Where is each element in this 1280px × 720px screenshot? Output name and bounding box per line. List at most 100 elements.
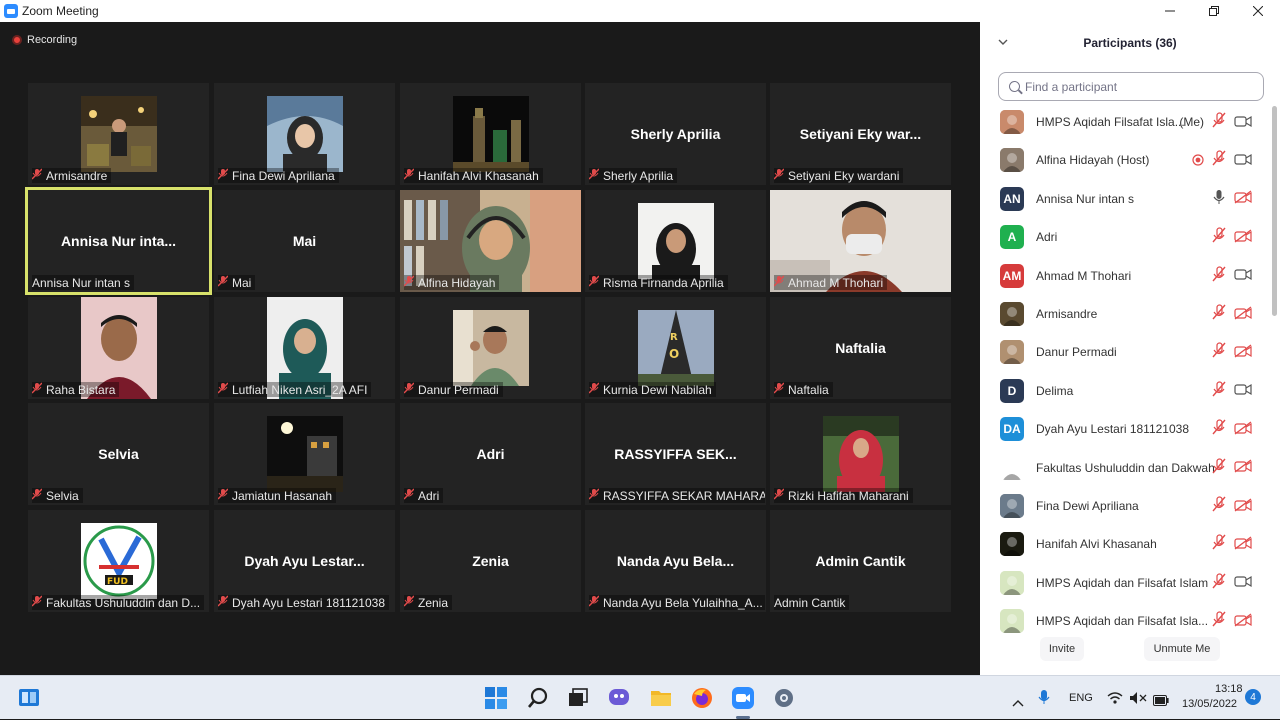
video-off-icon[interactable]: [1234, 305, 1252, 324]
video-tile[interactable]: Alfina Hidayah: [400, 190, 581, 292]
video-tile[interactable]: Risma Firnanda Aprilia: [585, 190, 766, 292]
mic-muted-icon[interactable]: [1212, 342, 1226, 362]
mic-muted-icon[interactable]: [1212, 150, 1226, 170]
widgets-icon[interactable]: [17, 686, 41, 710]
mic-muted-icon[interactable]: [1212, 419, 1226, 439]
minimize-button[interactable]: [1148, 0, 1192, 22]
participant-row[interactable]: Hanifah Alvi Khasanah: [1000, 525, 1270, 563]
video-off-icon[interactable]: [1234, 420, 1252, 439]
firefox-icon[interactable]: [690, 686, 714, 710]
wifi-icon[interactable]: [1107, 690, 1123, 709]
mic-muted-icon: [218, 488, 229, 503]
participant-row[interactable]: AM Ahmad M Thohari: [1000, 257, 1270, 295]
video-tile[interactable]: FUD Fakultas Ushuluddin dan D...: [28, 510, 209, 612]
mic-muted-icon[interactable]: [1212, 227, 1226, 247]
participant-row[interactable]: Danur Permadi: [1000, 333, 1270, 371]
settings-gear-icon[interactable]: [772, 686, 796, 710]
participant-row[interactable]: D Delima: [1000, 372, 1270, 410]
clock-date[interactable]: 13/05/2022: [1182, 698, 1237, 710]
participant-row[interactable]: HMPS Aqidah Filsafat Isla... (Me): [1000, 103, 1270, 141]
task-view-icon[interactable]: [566, 686, 590, 710]
mic-muted-icon[interactable]: [1212, 265, 1226, 286]
video-tile[interactable]: Nanda Ayu Bela... Nanda Ayu Bela Yulaihha…: [585, 510, 766, 612]
participant-row[interactable]: Alfina Hidayah (Host): [1000, 141, 1270, 179]
battery-icon[interactable]: [1153, 691, 1169, 710]
video-tile[interactable]: Sherly Aprilia Sherly Aprilia: [585, 83, 766, 185]
video-icon[interactable]: [1234, 113, 1252, 132]
mic-muted-icon[interactable]: [1212, 496, 1226, 516]
video-off-icon[interactable]: [1234, 535, 1252, 554]
video-off-icon[interactable]: [1234, 497, 1252, 516]
participant-name: Annisa Nur intan s: [1036, 191, 1135, 206]
video-tile[interactable]: Rizki Hafifah Maharani: [770, 403, 951, 505]
participant-row[interactable]: AN Annisa Nur intan s: [1000, 180, 1270, 218]
video-tile[interactable]: Danur Permadi: [400, 297, 581, 399]
video-off-icon[interactable]: [1234, 612, 1252, 631]
video-tile[interactable]: Fina Dewi Apriliana: [214, 83, 395, 185]
video-tile[interactable]: Admin Cantik Admin Cantik: [770, 510, 951, 612]
video-tile[interactable]: Zenia Zenia: [400, 510, 581, 612]
show-hidden-icons-chevron-icon[interactable]: [1012, 692, 1024, 711]
video-tile[interactable]: Adri Adri: [400, 403, 581, 505]
zoom-app-icon[interactable]: [731, 686, 755, 710]
tile-participant-name: Nanda Ayu Bela Yulaihha_A...: [603, 595, 763, 610]
video-off-icon[interactable]: [1234, 343, 1252, 362]
video-off-icon[interactable]: [1234, 458, 1252, 477]
recording-indicator[interactable]: Recording: [12, 34, 77, 46]
participant-row[interactable]: Armisandre: [1000, 295, 1270, 333]
video-tile[interactable]: Selvia Selvia: [28, 403, 209, 505]
file-explorer-icon[interactable]: [649, 686, 673, 710]
video-tile[interactable]: Dyah Ayu Lestar... Dyah Ayu Lestari 18112…: [214, 510, 395, 612]
mic-muted-icon[interactable]: [1212, 573, 1226, 593]
close-button[interactable]: [1236, 0, 1280, 22]
video-tile[interactable]: R O Kurnia Dewi Nabilah: [585, 297, 766, 399]
tile-participant-name: Ahmad M Thohari: [788, 275, 884, 290]
chat-icon[interactable]: [607, 686, 631, 710]
volume-muted-icon[interactable]: [1129, 690, 1147, 709]
search-icon[interactable]: [526, 686, 550, 710]
unmute-me-button[interactable]: Unmute Me: [1144, 637, 1220, 661]
maximize-button[interactable]: [1192, 0, 1236, 22]
mic-muted-icon[interactable]: [1212, 534, 1226, 554]
participant-row[interactable]: Fakultas Ushuluddin dan Dakwah: [1000, 449, 1270, 487]
chevron-down-icon[interactable]: [998, 36, 1008, 48]
video-tile[interactable]: RASSYIFFA SEK... RASSYIFFA SEKAR MAHARA..…: [585, 403, 766, 505]
video-tile[interactable]: Hanifah Alvi Khasanah: [400, 83, 581, 185]
video-tile[interactable]: Annisa Nur inta... Annisa Nur intan s: [25, 187, 212, 295]
participant-row[interactable]: HMPS Aqidah dan Filsafat Isla...: [1000, 602, 1270, 640]
video-off-icon[interactable]: [1234, 228, 1252, 247]
participant-search-input[interactable]: Find a participant: [998, 72, 1264, 101]
participant-list-scrollbar[interactable]: [1272, 106, 1277, 316]
mic-muted-icon[interactable]: [1212, 457, 1226, 478]
video-icon[interactable]: [1234, 573, 1252, 592]
video-icon[interactable]: [1234, 151, 1252, 170]
video-icon[interactable]: [1234, 381, 1252, 400]
video-tile[interactable]: Naftalia Naftalia: [770, 297, 951, 399]
video-tile[interactable]: Jamiatun Hasanah: [214, 403, 395, 505]
mic-muted-icon[interactable]: [1212, 304, 1226, 324]
video-tile[interactable]: Ahmad M Thohari: [770, 190, 951, 292]
mic-muted-icon[interactable]: [1212, 611, 1226, 631]
video-tile[interactable]: Mai Mai: [214, 190, 395, 292]
invite-button[interactable]: Invite: [1040, 637, 1084, 661]
microphone-in-use-icon[interactable]: [1038, 689, 1050, 709]
participant-row[interactable]: Fina Dewi Apriliana: [1000, 487, 1270, 525]
mic-muted-icon[interactable]: [1212, 112, 1226, 132]
participant-row[interactable]: A Adri: [1000, 218, 1270, 256]
mic-muted-icon: [32, 488, 43, 503]
notification-badge[interactable]: 4: [1245, 689, 1261, 705]
clock-time[interactable]: 13:18: [1215, 683, 1243, 695]
video-tile[interactable]: Raha Bistara: [28, 297, 209, 399]
mic-icon[interactable]: [1212, 189, 1226, 209]
start-icon[interactable]: [484, 686, 508, 710]
input-language[interactable]: ENG: [1069, 692, 1093, 704]
video-tile[interactable]: Armisandre: [28, 83, 209, 185]
mic-muted-icon[interactable]: [1212, 381, 1226, 401]
participant-row[interactable]: HMPS Aqidah dan Filsafat Islam: [1000, 564, 1270, 602]
video-icon[interactable]: [1234, 266, 1252, 285]
video-off-icon[interactable]: [1234, 189, 1252, 208]
video-tile[interactable]: Setiyani Eky war... Setiyani Eky wardani: [770, 83, 951, 185]
tile-participant-name: Naftalia: [788, 382, 829, 397]
video-tile[interactable]: Lutfiah Niken Asri_2A AFI: [214, 297, 395, 399]
participant-row[interactable]: DA Dyah Ayu Lestari 181121038: [1000, 410, 1270, 448]
